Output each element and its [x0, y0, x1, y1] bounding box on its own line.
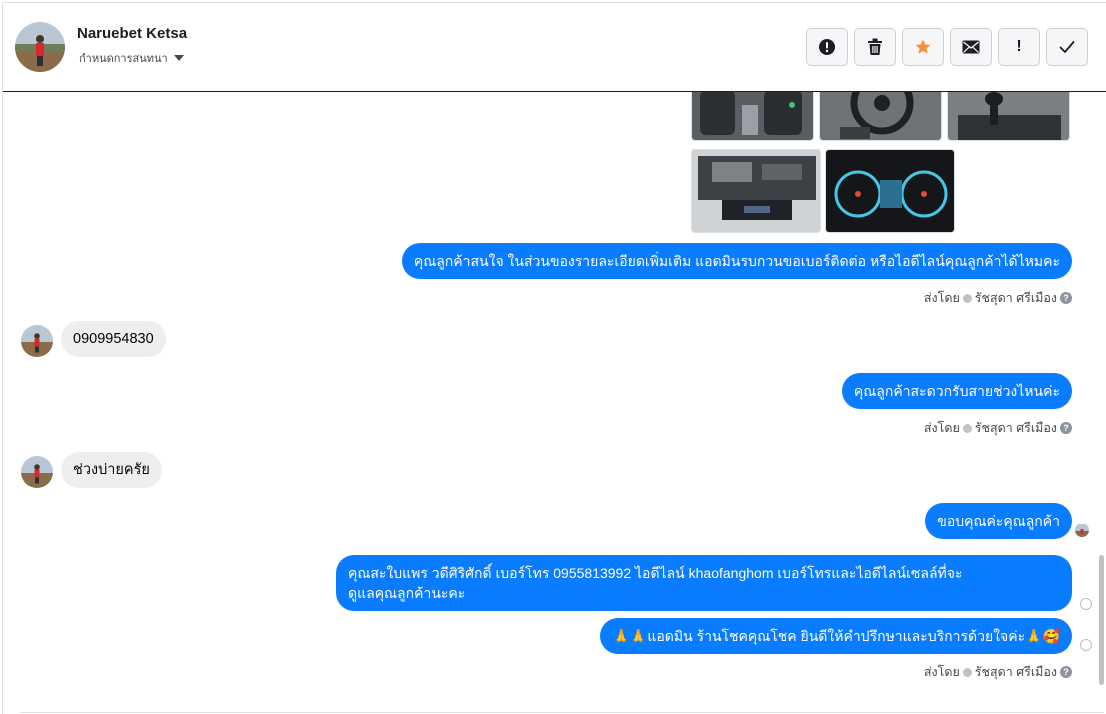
message-text: ขอบคุณค่ะคุณลูกค้า	[937, 513, 1060, 529]
follow-up-button[interactable]: !	[998, 28, 1040, 66]
attachment-image-steering-wheel[interactable]	[819, 92, 942, 141]
agent-status-icon	[962, 423, 972, 433]
sent-by-prefix: ส่งโดย	[923, 421, 960, 435]
sent-by-label: ส่งโดย รัชสุดา ศรีเมือง ?	[924, 288, 1072, 308]
mark-done-button[interactable]	[1046, 28, 1088, 66]
assign-conversation-label: กำหนดการสนทนา	[79, 52, 168, 65]
help-icon[interactable]: ?	[1060, 666, 1072, 678]
message-text-line: คุณสะใบแพร วดีศิริศักดิ์ เบอร์โทร 095581…	[348, 565, 963, 581]
conversation-header: Naruebet Ketsa กำหนดการสนทนา !	[3, 3, 1106, 92]
incoming-message[interactable]: ช่วงบ่ายครัย	[61, 452, 162, 488]
sent-by-label: ส่งโดย รัชสุดา ศรีเมือง ?	[924, 418, 1072, 438]
mark-unread-button[interactable]	[950, 28, 992, 66]
outgoing-message[interactable]: คุณลูกค้าสนใจ ในส่วนของรายละเอียดเพิ่มเต…	[401, 243, 1072, 279]
conversation-toolbar: !	[806, 28, 1088, 66]
outgoing-message[interactable]: ขอบคุณค่ะคุณลูกค้า	[925, 503, 1072, 539]
help-icon[interactable]: ?	[1060, 422, 1072, 434]
message-text: คุณลูกค้าสนใจ ในส่วนของรายละเอียดเพิ่มเต…	[413, 253, 1060, 269]
contact-avatar-small[interactable]	[21, 325, 53, 357]
agent-status-icon	[962, 667, 972, 677]
delete-button[interactable]	[854, 28, 896, 66]
sent-by-agent: รัชสุดา ศรีเมือง	[974, 291, 1057, 305]
caret-down-icon	[173, 55, 184, 61]
sent-by-label: ส่งโดย รัชสุดา ศรีเมือง ?	[924, 662, 1072, 682]
trash-icon	[868, 38, 882, 55]
incoming-message[interactable]: 0909954830	[61, 321, 166, 357]
outgoing-message[interactable]: 🙏🙏แอดมิน ร้านโชคคุณโชค ยินดีให้คำปรึกษาแ…	[600, 618, 1072, 654]
outgoing-message[interactable]: คุณสะใบแพร วดีศิริศักดิ์ เบอร์โทร 095581…	[336, 555, 1072, 611]
delivered-check-icon	[1080, 639, 1092, 651]
envelope-icon	[962, 40, 980, 54]
delivered-check-icon	[1080, 598, 1092, 610]
exclamation-icon: !	[1016, 38, 1022, 55]
help-icon[interactable]: ?	[1060, 292, 1072, 304]
thread-scrollbar[interactable]	[1099, 555, 1104, 685]
message-text: คุณลูกค้าสะดวกรับสายช่วงไหนค่ะ	[853, 383, 1060, 399]
sent-by-agent: รัชสุดา ศรีเมือง	[974, 665, 1057, 679]
seen-avatar	[1075, 523, 1089, 537]
contact-name: Naruebet Ketsa	[77, 25, 188, 42]
assign-conversation-dropdown[interactable]: กำหนดการสนทนา	[79, 49, 184, 67]
agent-status-icon	[962, 293, 972, 303]
spam-button[interactable]	[806, 28, 848, 66]
attachment-image-gear-shift[interactable]	[947, 92, 1070, 141]
message-text: 0909954830	[73, 331, 154, 347]
attachment-image-engine[interactable]	[691, 149, 821, 233]
contact-avatar[interactable]	[15, 22, 65, 72]
message-thread[interactable]: คุณลูกค้าสนใจ ในส่วนของรายละเอียดเพิ่มเต…	[3, 92, 1098, 708]
attachment-image-dashboard[interactable]	[825, 149, 955, 233]
sent-by-prefix: ส่งโดย	[923, 665, 960, 679]
message-text: 🙏🙏แอดมิน ร้านโชคคุณโชค ยินดีให้คำปรึกษาแ…	[612, 628, 1060, 644]
attachment-image-interior-seats[interactable]	[691, 92, 814, 141]
sent-by-prefix: ส่งโดย	[923, 291, 960, 305]
outgoing-message[interactable]: คุณลูกค้าสะดวกรับสายช่วงไหนค่ะ	[841, 373, 1072, 409]
contact-avatar-small[interactable]	[21, 456, 53, 488]
star-icon	[915, 39, 931, 54]
sent-by-agent: รัชสุดา ศรีเมือง	[974, 421, 1057, 435]
alert-circle-icon	[819, 39, 835, 55]
message-text: ช่วงบ่ายครัย	[73, 462, 150, 478]
star-button[interactable]	[902, 28, 944, 66]
composer-divider	[20, 712, 1104, 713]
message-text-line: ดูแลคุณลูกค้านะคะ	[348, 585, 466, 601]
checkmark-icon	[1059, 41, 1075, 53]
